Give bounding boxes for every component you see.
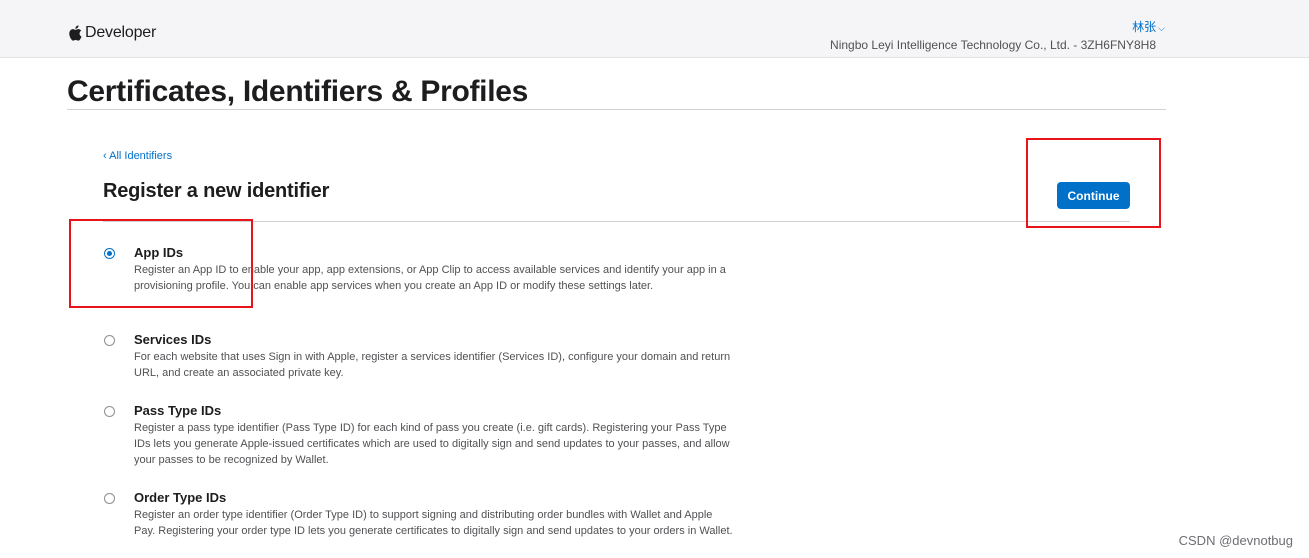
- continue-button[interactable]: Continue: [1057, 182, 1130, 209]
- page-title: Certificates, Identifiers & Profiles: [67, 75, 529, 108]
- top-navigation-bar: Developer 林张 ⌵ Ningbo Leyi Intelligence T…: [0, 0, 1309, 58]
- user-name: 林张: [1132, 20, 1157, 34]
- developer-logo[interactable]: Developer: [68, 24, 156, 42]
- title-divider: [67, 109, 1166, 110]
- services-ids-radio[interactable]: [104, 335, 115, 346]
- option-description: Register a pass type identifier (Pass Ty…: [134, 422, 730, 466]
- option-description: Register an order type identifier (Order…: [134, 509, 733, 537]
- developer-logo-text: Developer: [85, 24, 157, 41]
- account-menu[interactable]: 林张 ⌵: [1132, 18, 1165, 35]
- section-title: Register a new identifier: [103, 180, 330, 202]
- option-title: App IDs: [134, 245, 184, 260]
- app-ids-radio[interactable]: [104, 248, 115, 259]
- option-title: Order Type IDs: [134, 490, 227, 505]
- all-identifiers-link[interactable]: ‹ All Identifiers: [103, 150, 172, 162]
- option-description: For each website that uses Sign in with …: [134, 351, 731, 379]
- pass-type-ids-radio[interactable]: [104, 406, 115, 417]
- chevron-down-icon: ⌵: [1158, 23, 1165, 33]
- team-name: Ningbo Leyi Intelligence Technology Co.,…: [830, 38, 1156, 52]
- watermark: CSDN @devnotbug: [1178, 533, 1293, 548]
- option-description: Register an App ID to enable your app, a…: [134, 264, 726, 292]
- section-divider: [103, 221, 1130, 222]
- order-type-ids-radio[interactable]: [104, 493, 115, 504]
- apple-logo-icon: [69, 25, 82, 41]
- option-title: Services IDs: [134, 332, 212, 347]
- option-title: Pass Type IDs: [134, 403, 222, 418]
